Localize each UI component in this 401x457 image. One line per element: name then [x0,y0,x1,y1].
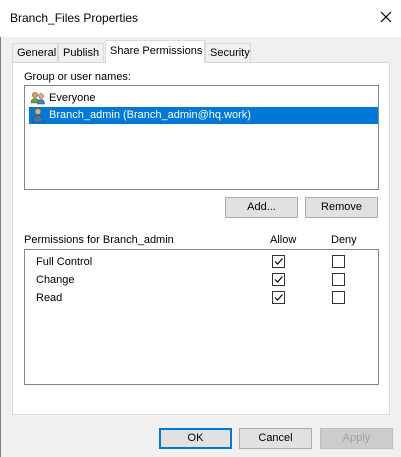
deny-column-header: Deny [331,234,357,246]
tab-share-permissions[interactable]: Share Permissions [105,40,205,63]
user-icon [30,107,46,123]
window-left-border [0,37,1,457]
permissions-label: Permissions for Branch_admin [24,234,174,246]
users-group-icon [30,90,46,106]
allow-checkbox-change[interactable] [272,273,285,286]
groups-label: Group or user names: [24,71,131,83]
window-title: Branch_Files Properties [10,11,139,25]
ok-button[interactable]: OK [159,428,232,449]
allow-checkbox-read[interactable] [272,291,285,304]
list-item-label: Branch_admin (Branch_admin@hq.work) [49,109,251,121]
tab-security[interactable]: Security [205,43,251,62]
permissions-list: Full Control Change Read [24,249,379,385]
deny-checkbox-read[interactable] [332,291,345,304]
permission-name-read: Read [36,292,63,304]
deny-checkbox-change[interactable] [332,273,345,286]
tab-general[interactable]: General [12,43,58,62]
list-item-label: Everyone [49,92,96,104]
close-icon[interactable] [378,9,394,25]
add-button[interactable]: Add... [225,197,298,218]
cancel-button[interactable]: Cancel [239,428,312,449]
permission-name-full-control: Full Control [36,256,93,268]
allow-checkbox-full-control[interactable] [272,255,285,268]
allow-column-header: Allow [270,234,297,246]
list-item-branch-admin[interactable]: Branch_admin (Branch_admin@hq.work) [29,107,378,124]
groups-listbox[interactable]: Everyone Branch_admin (Branch_admin@hq.w… [24,85,379,190]
deny-checkbox-full-control[interactable] [332,255,345,268]
remove-button[interactable]: Remove [305,197,378,218]
apply-button[interactable]: Apply [320,428,393,449]
permission-name-change: Change [36,274,75,286]
tab-publish[interactable]: Publish [58,43,104,62]
